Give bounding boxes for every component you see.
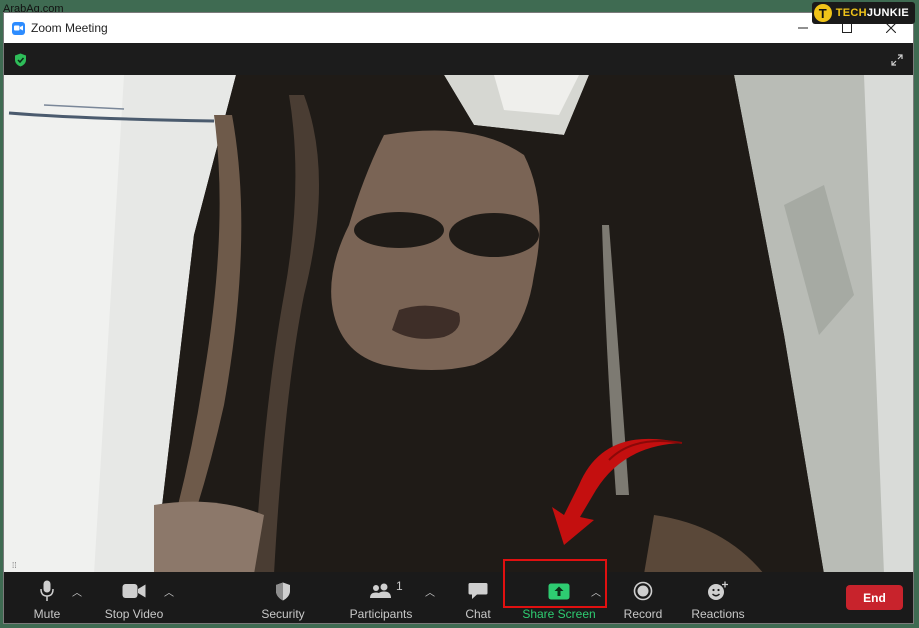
minimize-icon [798,27,808,29]
chat-bubble-icon [468,578,488,604]
zoom-app-icon [12,21,25,35]
shield-icon [275,578,291,604]
security-label: Security [261,607,305,621]
chat-button[interactable]: Chat [462,572,494,623]
techjunkie-badge-icon: T [813,4,832,22]
fullscreen-button[interactable] [891,53,903,71]
video-feed: ⁞⁞ [4,75,913,574]
participants-button[interactable]: Participants [348,572,414,623]
people-icon [369,578,393,604]
techjunkie-logo: T TECHJUNKIE [811,2,915,24]
security-button[interactable]: Security [260,572,306,623]
close-icon [886,23,896,33]
maximize-icon [842,23,852,33]
meeting-toolbar: Mute ︿ Stop Video ︿ Security Participant… [4,572,913,623]
window-title: Zoom Meeting [31,21,108,35]
participants-options-caret[interactable]: ︿ [425,584,435,599]
record-label: Record [623,607,663,621]
zoom-meeting-window: Zoom Meeting ⁞⁞ Mute ︿ Stop Video ︿ Secu… [3,12,914,624]
participants-count: 1 [396,579,403,593]
video-options-caret[interactable]: ︿ [164,584,174,599]
record-icon [633,578,653,604]
share-arrow-up-icon [548,578,570,604]
logo-text-junkie: JUNKIE [866,7,909,19]
logo-text-tech: TECH [835,7,867,19]
mute-button[interactable]: Mute [29,572,65,623]
camera-icon [122,578,146,604]
stop-video-label: Stop Video [104,607,164,621]
reactions-label: Reactions [691,607,745,621]
smile-plus-icon [707,578,729,604]
share-options-caret[interactable]: ︿ [591,584,601,599]
participants-label: Participants [349,607,413,621]
video-dots-indicator: ⁞⁞ [12,561,17,570]
participant-video-image [4,75,913,574]
share-screen-button[interactable]: Share Screen [522,572,596,623]
record-button[interactable]: Record [623,572,663,623]
encryption-shield-icon[interactable] [14,53,27,72]
chat-label: Chat [465,607,491,621]
meeting-top-bar [4,43,913,75]
title-bar: Zoom Meeting [4,13,913,43]
reactions-button[interactable]: Reactions [690,572,746,623]
microphone-icon [40,578,54,604]
share-screen-label: Share Screen [522,607,596,621]
stop-video-button[interactable]: Stop Video [104,572,164,623]
audio-options-caret[interactable]: ︿ [72,584,82,599]
end-meeting-button[interactable]: End [846,585,903,610]
mute-label: Mute [33,607,61,621]
expand-icon [891,54,903,66]
